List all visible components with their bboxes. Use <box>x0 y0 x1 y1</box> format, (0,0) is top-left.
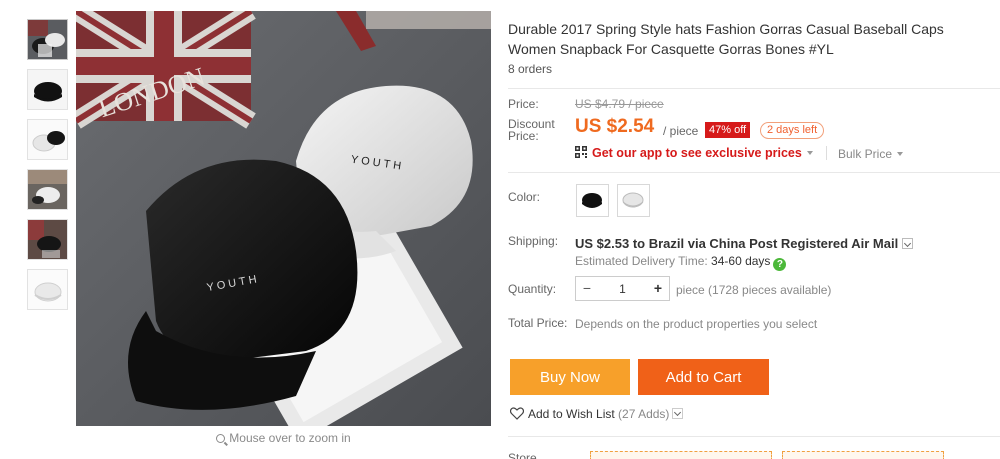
store-coupon[interactable] <box>590 451 772 459</box>
shipping-price: US $2.53 <box>575 236 630 251</box>
help-icon[interactable]: ? <box>773 258 787 271</box>
quantity-decrease-button[interactable]: − <box>576 277 598 300</box>
shipping-destination: to Brazil via China Post Registered Air … <box>632 236 899 251</box>
discount-price: US $2.54 <box>575 116 655 137</box>
quantity-increase-button[interactable]: + <box>647 277 669 300</box>
shipping-method[interactable]: US $2.53 to Brazil via China Post Regist… <box>575 236 914 251</box>
time-left-badge: 2 days left <box>760 122 825 139</box>
divider <box>508 436 1000 437</box>
quantity-stepper: − + <box>575 276 670 301</box>
estimate-label: Estimated Delivery Time: <box>575 254 708 268</box>
add-to-wishlist[interactable]: Add to Wish List (27 Adds) <box>510 407 684 421</box>
chevron-down-icon[interactable] <box>902 238 914 249</box>
total-price-label: Total Price: <box>508 316 568 330</box>
zoom-hint-text: Mouse over to zoom in <box>229 431 351 445</box>
bulk-price-text: Bulk Price <box>838 147 893 161</box>
chevron-down-icon <box>897 152 904 156</box>
quantity-input[interactable] <box>600 279 645 298</box>
price-label: Price: <box>508 97 539 111</box>
wishlist-text: Add to Wish List <box>528 407 615 421</box>
chevron-down-icon[interactable] <box>672 408 684 419</box>
order-count: 8 orders <box>508 62 553 76</box>
buy-now-button[interactable]: Buy Now <box>510 359 630 395</box>
quantity-label: Quantity: <box>508 282 557 296</box>
bulk-price-dropdown[interactable]: Bulk Price <box>838 147 904 161</box>
wishlist-count: (27 Adds) <box>618 407 670 421</box>
thumbnail-2[interactable] <box>27 69 68 110</box>
thumbnail-5[interactable] <box>27 219 68 260</box>
color-option-black[interactable] <box>576 184 609 217</box>
thumbnail-4[interactable] <box>27 169 68 210</box>
thumbnail-list <box>27 19 69 319</box>
magnifier-icon <box>216 434 226 443</box>
divider <box>508 88 1000 89</box>
app-promo-text: Get our app to see exclusive prices <box>592 146 802 160</box>
main-product-image[interactable]: LONDON YOUTH YOUTH <box>76 11 491 426</box>
store-coupon[interactable] <box>782 451 944 459</box>
heart-icon <box>510 407 524 420</box>
discount-label-line2: Price: <box>508 129 539 143</box>
chevron-down-icon <box>806 151 813 155</box>
total-price-value: Depends on the product properties you se… <box>575 317 818 331</box>
original-price: US $4.79 / piece <box>575 97 664 111</box>
product-title: Durable 2017 Spring Style hats Fashion G… <box>508 21 944 57</box>
qr-code-icon <box>575 146 587 158</box>
divider <box>826 146 827 160</box>
color-option-white[interactable] <box>617 184 650 217</box>
thumbnail-1[interactable] <box>27 19 68 60</box>
add-to-cart-button[interactable]: Add to Cart <box>638 359 769 395</box>
shipping-label: Shipping: <box>508 234 559 248</box>
thumbnail-6[interactable] <box>27 269 68 310</box>
store-label: Store <box>508 451 537 459</box>
thumbnail-3[interactable] <box>27 119 68 160</box>
divider <box>508 172 1000 173</box>
app-promo-link[interactable]: Get our app to see exclusive prices <box>592 146 813 160</box>
zoom-hint: Mouse over to zoom in <box>76 431 491 445</box>
delivery-estimate: Estimated Delivery Time: 34-60 days? <box>575 254 787 271</box>
stock-availability: piece (1728 pieces available) <box>676 283 832 297</box>
price-unit: / piece <box>663 124 699 138</box>
color-label: Color: <box>508 190 541 204</box>
discount-badge: 47% off <box>705 122 751 138</box>
estimate-days: 34-60 days <box>711 254 771 268</box>
